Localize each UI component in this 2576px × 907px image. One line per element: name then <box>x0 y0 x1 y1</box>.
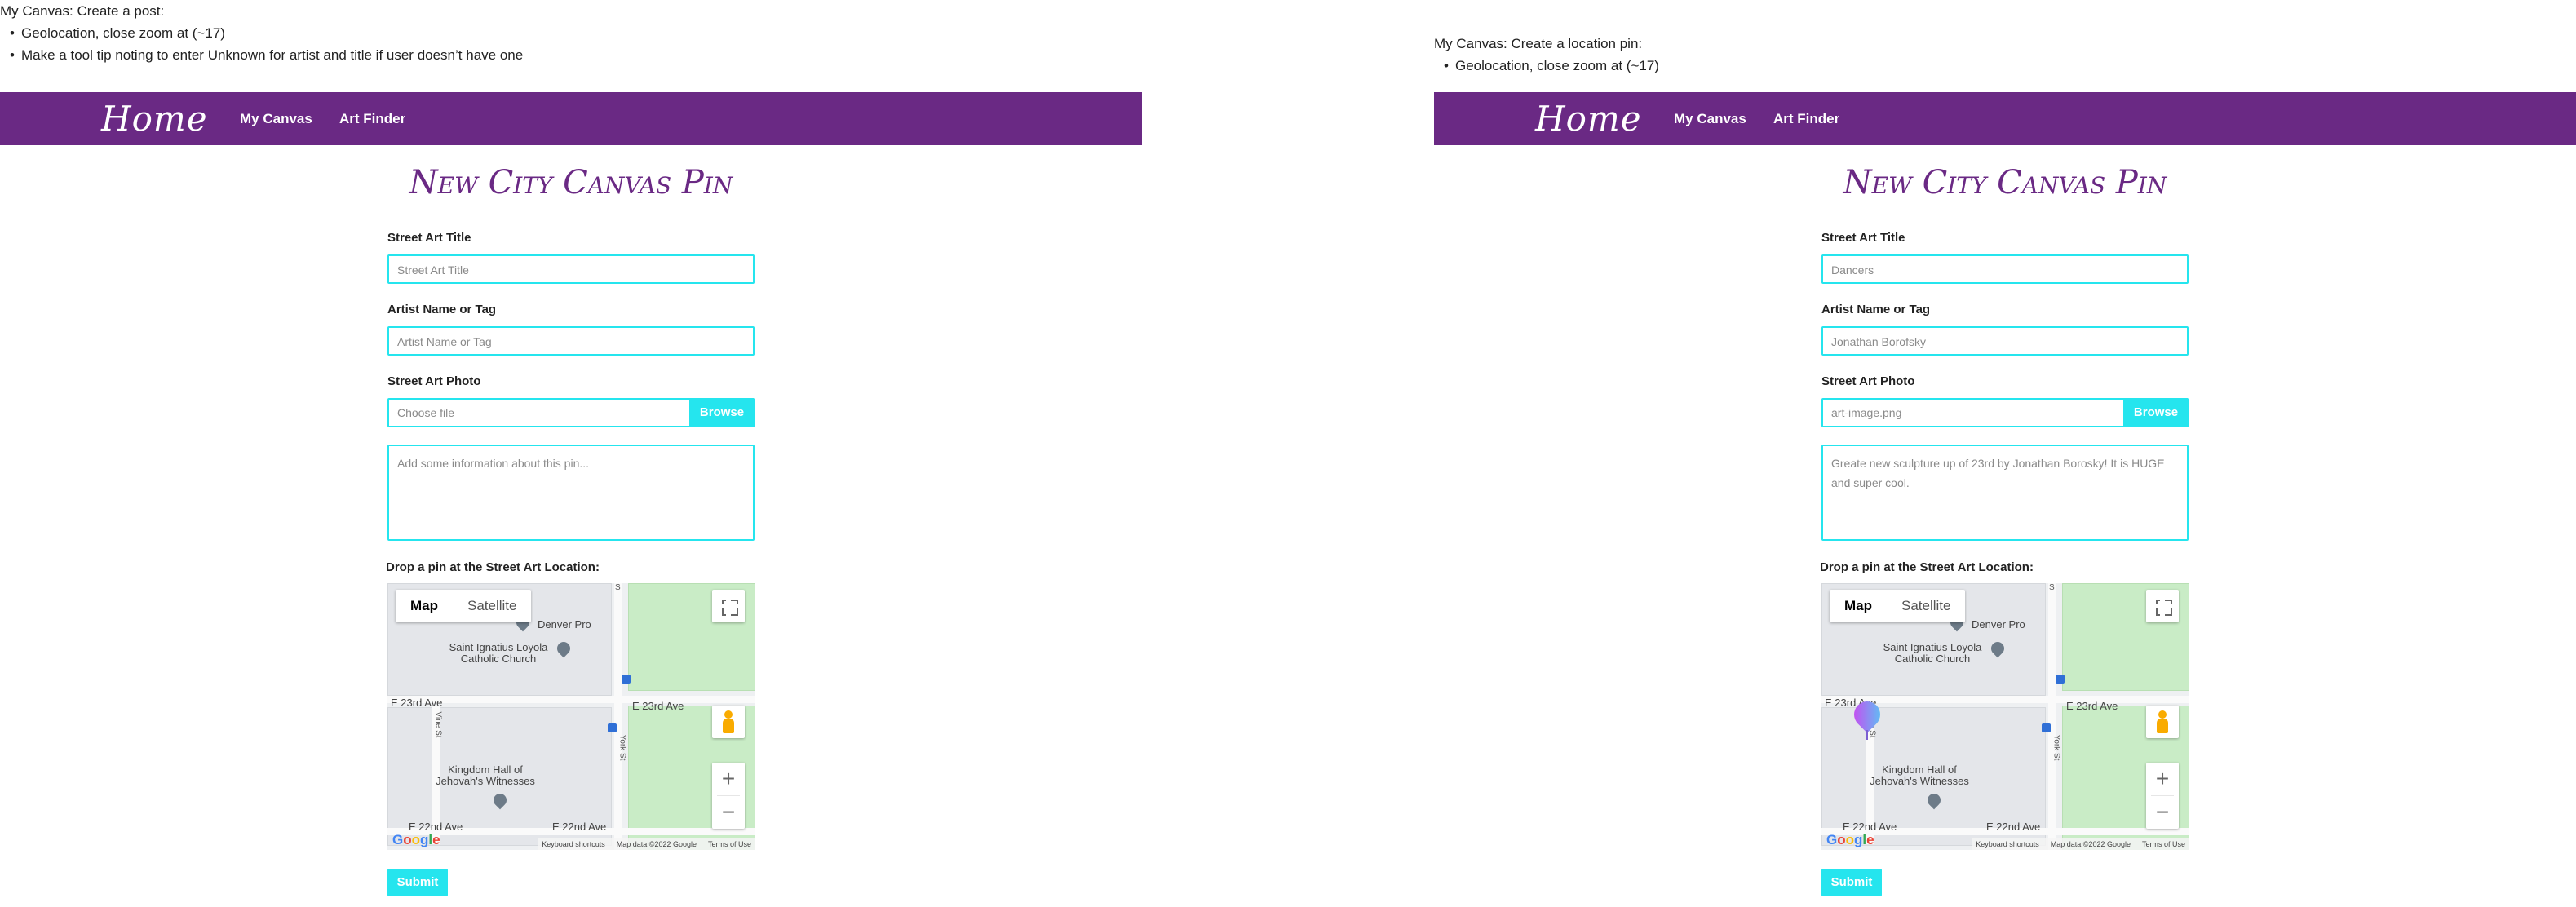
map-attribution: Keyboard shortcuts Map data ©2022 Google… <box>1972 838 2189 850</box>
map-type-map-button[interactable]: Map <box>396 590 453 622</box>
keyboard-shortcuts-link[interactable]: Keyboard shortcuts <box>1976 838 2039 850</box>
drop-pin-label: Drop a pin at the Street Art Location: <box>1820 560 2034 574</box>
google-logo: Google <box>392 832 440 847</box>
map-label: Vine St <box>433 711 443 738</box>
nav-link-my-canvas[interactable]: My Canvas <box>240 111 312 127</box>
fullscreen-icon[interactable] <box>2146 590 2179 622</box>
street-art-photo-label: Street Art Photo <box>1821 374 1915 388</box>
transit-stop-icon <box>2042 723 2051 732</box>
fullscreen-icon[interactable] <box>712 590 745 622</box>
map-label: York St <box>617 734 627 761</box>
map-label: E 23rd Ave <box>391 697 443 709</box>
terms-of-use-link[interactable]: Terms of Use <box>2142 838 2185 850</box>
map-label: Saint Ignatius Loyola Catholic Church <box>1883 641 1982 665</box>
map-label: Saint Ignatius Loyola Catholic Church <box>449 641 548 665</box>
navbar: Home My Canvas Art Finder <box>1434 92 2576 145</box>
zoom-in-icon[interactable]: + <box>712 763 745 795</box>
location-map[interactable]: Denver Pro Saint Ignatius Loyola Catholi… <box>1821 583 2189 850</box>
nav-link-art-finder[interactable]: Art Finder <box>339 111 405 127</box>
map-data-text: Map data ©2022 Google <box>2050 840 2131 848</box>
zoom-control: + − <box>712 763 745 829</box>
zoom-out-icon[interactable]: − <box>712 796 745 829</box>
artist-name-label: Artist Name or Tag <box>1821 303 1931 316</box>
note-bullet: Make a tool tip noting to enter Unknown … <box>10 44 523 66</box>
browse-button[interactable]: Browse <box>2123 398 2189 427</box>
artist-name-input[interactable]: Jonathan Borofsky <box>1821 326 2189 356</box>
terms-of-use-link[interactable]: Terms of Use <box>708 838 751 850</box>
location-map[interactable]: Denver Pro Saint Ignatius Loyola Catholi… <box>387 583 755 850</box>
file-input-text: Choose file <box>397 406 455 419</box>
road-e-23rd-ave <box>387 696 755 703</box>
map-label: E 22nd Ave <box>1843 821 1897 833</box>
street-art-photo-label: Street Art Photo <box>387 374 481 388</box>
pegman-icon[interactable] <box>712 706 745 738</box>
map-label: Kingdom Hall of Jehovah's Witnesses <box>436 763 535 787</box>
map-label: Kingdom Hall of Jehovah's Witnesses <box>1870 763 1969 787</box>
map-label: E 23rd Ave <box>632 700 684 712</box>
road-york-st <box>2048 583 2056 850</box>
photo-file-input[interactable]: Choose file Browse <box>387 398 755 427</box>
map-label: E 23rd Ave <box>2066 700 2118 712</box>
map-data-text: Map data ©2022 Google <box>616 840 697 848</box>
note-bullet-list: Geolocation, close zoom at (~17) <box>1434 55 1659 77</box>
note-title: My Canvas: Create a location pin: <box>1434 36 1643 51</box>
home-brand-link[interactable]: Home <box>101 99 208 139</box>
map-label: York St <box>2052 734 2061 761</box>
nav-link-art-finder[interactable]: Art Finder <box>1773 111 1839 127</box>
artist-name-label: Artist Name or Tag <box>387 303 497 316</box>
street-art-title-label: Street Art Title <box>387 231 471 245</box>
artist-name-input[interactable]: Artist Name or Tag <box>387 326 755 356</box>
annotation-note-right: My Canvas: Create a location pin: Geoloc… <box>1434 33 1659 77</box>
street-art-title-input[interactable]: Dancers <box>1821 254 2189 284</box>
navbar: Home My Canvas Art Finder <box>0 92 1142 145</box>
note-bullet-list: Geolocation, close zoom at (~17) Make a … <box>0 22 523 66</box>
pin-stem <box>1866 730 1868 740</box>
zoom-control: + − <box>2146 763 2179 829</box>
map-label: E 22nd Ave <box>409 821 463 833</box>
transit-stop-icon <box>622 675 631 684</box>
description-textarea[interactable]: Greate new sculpture up of 23rd by Jonat… <box>1821 445 2189 541</box>
zoom-out-icon[interactable]: − <box>2146 796 2179 829</box>
street-art-title-input[interactable]: Street Art Title <box>387 254 755 284</box>
map-label: Denver Pro <box>1972 618 2025 630</box>
map-label: Denver Pro <box>538 618 591 630</box>
submit-button[interactable]: Submit <box>387 869 448 896</box>
map-label: S <box>2049 583 2055 592</box>
map-attribution: Keyboard shortcuts Map data ©2022 Google… <box>538 838 755 850</box>
map-type-satellite-button[interactable]: Satellite <box>1887 590 1965 622</box>
map-label: E 22nd Ave <box>1986 821 2041 833</box>
drop-pin-label: Drop a pin at the Street Art Location: <box>386 560 600 574</box>
file-input-text: art-image.png <box>1831 406 1902 419</box>
note-bullet: Geolocation, close zoom at (~17) <box>1444 55 1659 77</box>
transit-stop-icon <box>2056 675 2065 684</box>
street-art-title-label: Street Art Title <box>1821 231 1905 245</box>
form-title: New City Canvas Pin <box>1843 164 2167 201</box>
transit-stop-icon <box>608 723 617 732</box>
photo-file-input[interactable]: art-image.png Browse <box>1821 398 2189 427</box>
map-label: S <box>615 583 621 592</box>
keyboard-shortcuts-link[interactable]: Keyboard shortcuts <box>542 838 605 850</box>
nav-link-my-canvas[interactable]: My Canvas <box>1674 111 1746 127</box>
note-bullet: Geolocation, close zoom at (~17) <box>10 22 523 44</box>
description-textarea[interactable]: Add some information about this pin... <box>387 445 755 541</box>
road-e-23rd-ave <box>1821 696 2189 703</box>
road-york-st <box>614 583 622 850</box>
browse-button[interactable]: Browse <box>689 398 755 427</box>
map-type-map-button[interactable]: Map <box>1830 590 1887 622</box>
annotation-note-left: My Canvas: Create a post: Geolocation, c… <box>0 0 523 66</box>
map-type-satellite-button[interactable]: Satellite <box>453 590 531 622</box>
app-screen-create-location-pin: Home My Canvas Art Finder New City Canva… <box>1434 92 2576 907</box>
home-brand-link[interactable]: Home <box>1535 99 1642 139</box>
note-title: My Canvas: Create a post: <box>0 3 165 19</box>
map-type-control: Map Satellite <box>1830 590 1966 622</box>
form-title: New City Canvas Pin <box>409 164 733 201</box>
pegman-icon[interactable] <box>2146 706 2179 738</box>
google-logo: Google <box>1826 832 1874 847</box>
submit-button[interactable]: Submit <box>1821 869 1882 896</box>
map-type-control: Map Satellite <box>396 590 532 622</box>
map-label: E 22nd Ave <box>552 821 607 833</box>
zoom-in-icon[interactable]: + <box>2146 763 2179 795</box>
app-screen-create-post: Home My Canvas Art Finder New City Canva… <box>0 92 1142 907</box>
